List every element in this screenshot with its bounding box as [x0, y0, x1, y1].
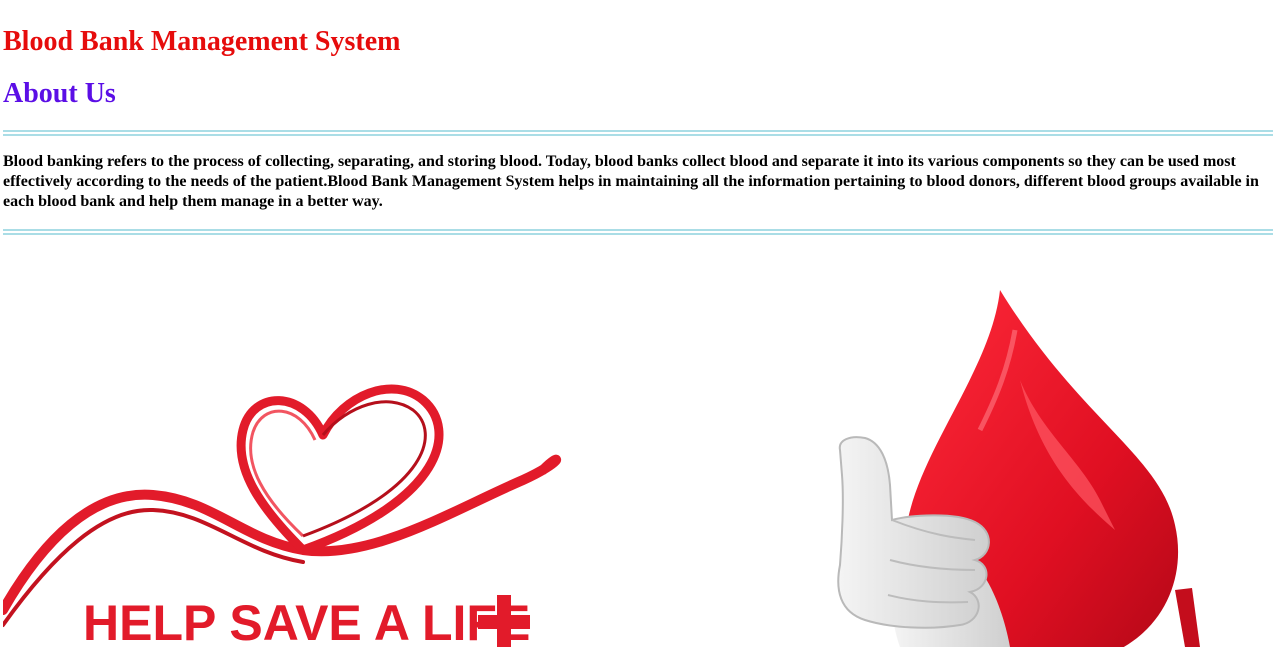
divider-top — [3, 130, 1273, 136]
blood-drop-image — [780, 270, 1278, 647]
blood-drop-thumbs-up-icon — [837, 290, 1200, 647]
divider-bottom — [3, 229, 1273, 235]
about-paragraph: Blood banking refers to the process of c… — [3, 153, 1259, 210]
site-title: Blood Bank Management System — [3, 26, 401, 57]
page-title: About Us — [3, 78, 116, 109]
heart-ribbon-icon: HELP SAVE A LIFE — [3, 384, 562, 647]
help-save-a-life-image: HELP SAVE A LIFE — [3, 340, 603, 647]
help-save-a-life-label: HELP SAVE A LIFE — [83, 595, 530, 647]
